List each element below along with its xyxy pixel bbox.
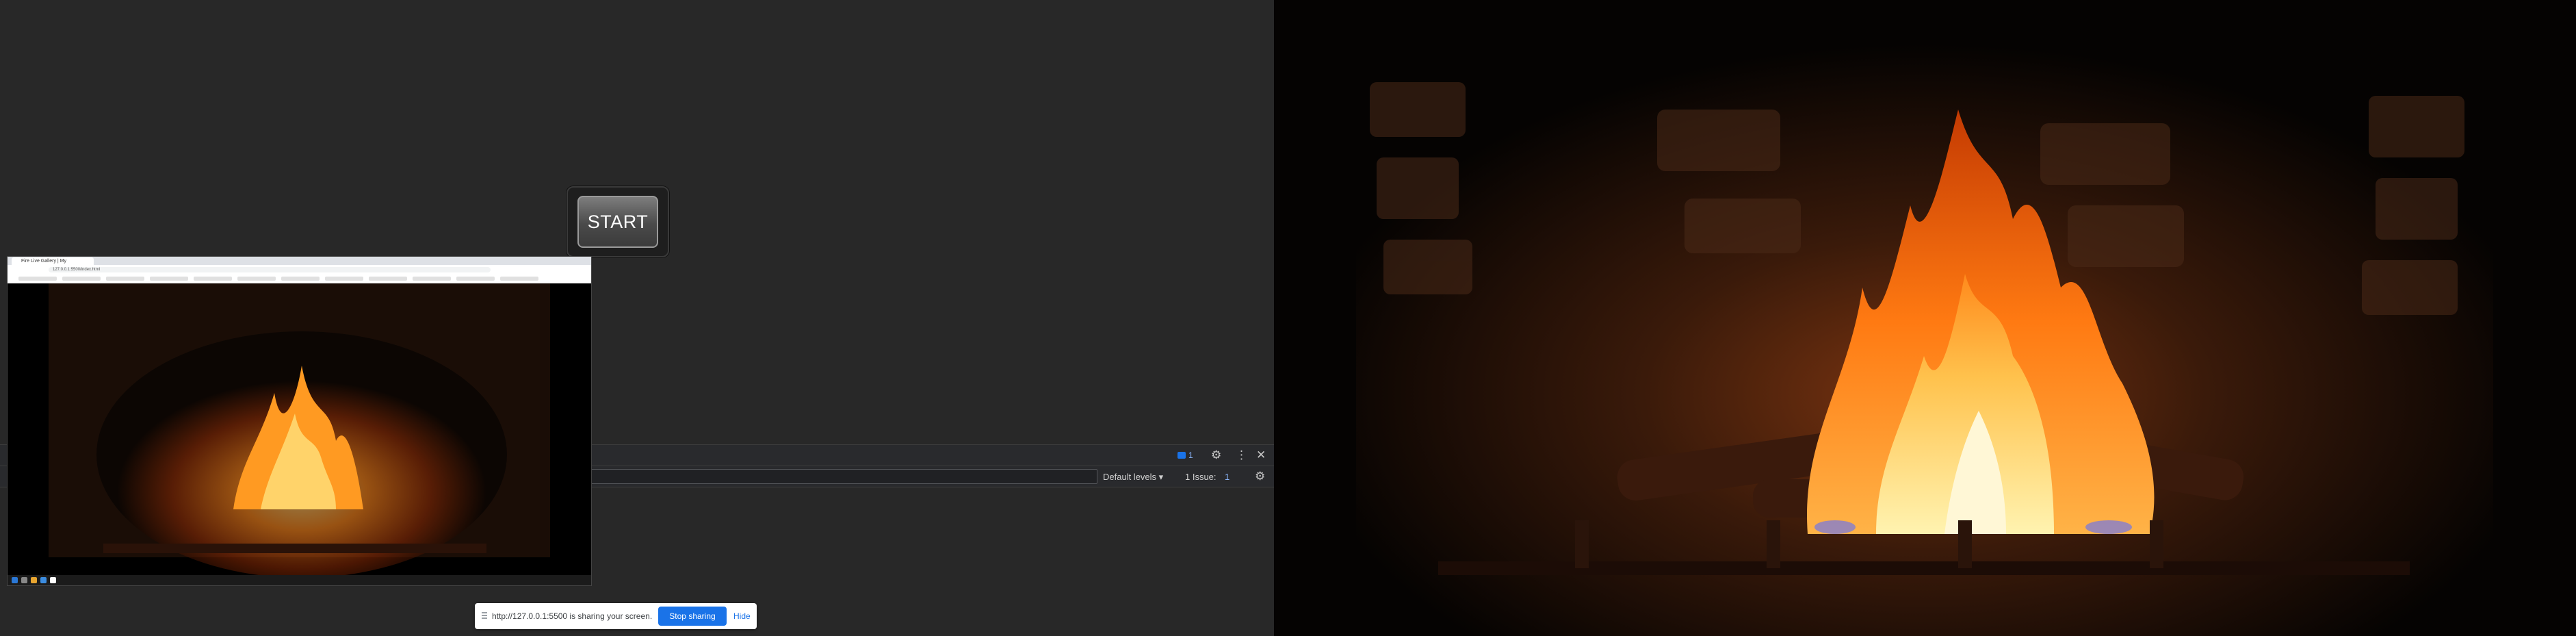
issues-count[interactable]: 1 <box>1225 472 1230 482</box>
more-vert-icon[interactable]: ⋮ <box>1236 448 1247 462</box>
gear-icon[interactable]: ⚙ <box>1211 448 1221 462</box>
messages-badge[interactable]: 1 <box>1174 449 1197 461</box>
start-button-frame: START <box>567 186 669 257</box>
stop-sharing-button[interactable]: Stop sharing <box>658 607 727 626</box>
thumb-tab-strip: Fire Live Gallery | My <box>8 257 591 265</box>
levels-dropdown[interactable]: Default levels ▾ <box>1103 472 1163 483</box>
fireplace-image <box>1274 0 2576 636</box>
thumb-tab: Fire Live Gallery | My <box>12 257 94 265</box>
thumb-bookmarks-bar <box>8 275 591 283</box>
message-count: 1 <box>1188 450 1193 460</box>
shared-screen-thumbnail: Fire Live Gallery | My 127.0.0.1:5500/in… <box>7 256 592 586</box>
sharing-message: http://127.0.0.1:5500 is sharing your sc… <box>492 611 653 621</box>
console-filter-input[interactable] <box>590 469 1097 484</box>
console-settings-gear-icon[interactable]: ⚙ <box>1255 470 1265 483</box>
left-pane: START 1 ⚙ ⋮ ✕ Default levels ▾ 1 Issue: … <box>0 0 1274 636</box>
start-button[interactable]: START <box>577 196 658 248</box>
thumb-url: 127.0.0.1:5500/index.html <box>49 267 491 272</box>
screen-sharing-bar: http://127.0.0.1:5500 is sharing your sc… <box>475 603 757 629</box>
drag-handle-icon[interactable] <box>482 612 487 620</box>
issues-label[interactable]: 1 Issue: <box>1185 472 1217 482</box>
thumb-fireplace-video <box>8 283 591 575</box>
message-icon <box>1178 452 1186 459</box>
close-icon[interactable]: ✕ <box>1256 448 1266 462</box>
hide-button[interactable]: Hide <box>733 611 751 621</box>
thumb-address-bar: 127.0.0.1:5500/index.html <box>8 265 591 275</box>
thumb-fire-image <box>8 283 591 575</box>
fireplace-video <box>1274 0 2576 636</box>
thumb-taskbar <box>8 575 591 585</box>
